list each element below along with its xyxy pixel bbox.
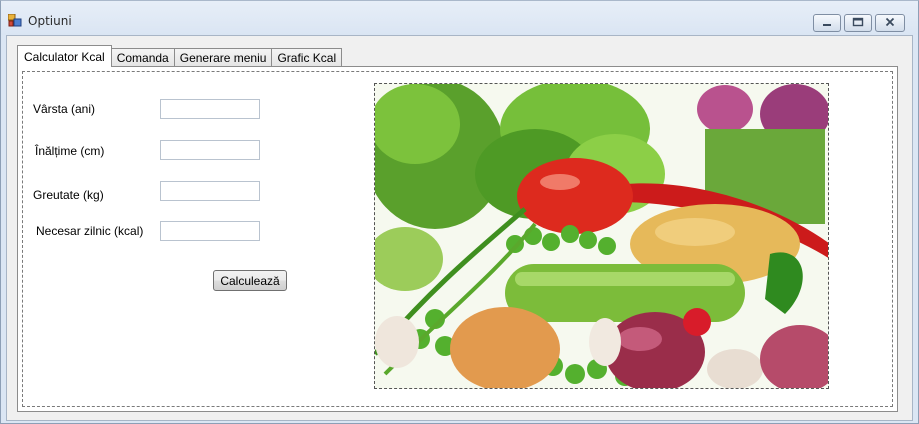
weight-label: Greutate (kg): [33, 188, 104, 202]
title-bar: Optiuni: [1, 1, 918, 35]
minimize-button[interactable]: [813, 14, 841, 32]
tab-strip: Calculator Kcal Comanda Generare meniu G…: [17, 45, 343, 67]
close-button[interactable]: [875, 14, 905, 32]
age-label: Vârsta (ani): [33, 102, 96, 116]
calculate-button[interactable]: Calculează: [213, 270, 287, 291]
vegetables-photo: [375, 84, 828, 388]
client-area: Calculator Kcal Comanda Generare meniu G…: [6, 35, 913, 421]
app-icon: [7, 13, 22, 27]
weight-input[interactable]: [160, 181, 260, 201]
close-icon: [885, 17, 895, 30]
daily-need-label: Necesar zilnic (kcal): [36, 224, 144, 238]
app-window: Optiuni Calculator Kcal Comanda Generare…: [0, 0, 919, 424]
maximize-button[interactable]: [844, 14, 872, 32]
tab-page-calculator: Vârsta (ani) Înălțime (cm) Greutate (kg)…: [17, 66, 898, 412]
tab-generare-meniu[interactable]: Generare meniu: [173, 48, 273, 67]
window-title: Optiuni: [28, 14, 72, 28]
height-input[interactable]: [160, 140, 260, 160]
tab-grafic-kcal[interactable]: Grafic Kcal: [271, 48, 343, 67]
height-label: Înălțime (cm): [35, 144, 105, 158]
panel: Vârsta (ani) Înălțime (cm) Greutate (kg)…: [22, 71, 893, 407]
tab-comanda[interactable]: Comanda: [110, 48, 175, 67]
minimize-icon: [822, 17, 832, 30]
age-input[interactable]: [160, 99, 260, 119]
vegetables-picture: [374, 83, 829, 389]
tab-calculator-kcal[interactable]: Calculator Kcal: [17, 45, 112, 67]
maximize-icon: [852, 17, 864, 30]
daily-need-input[interactable]: [160, 221, 260, 241]
